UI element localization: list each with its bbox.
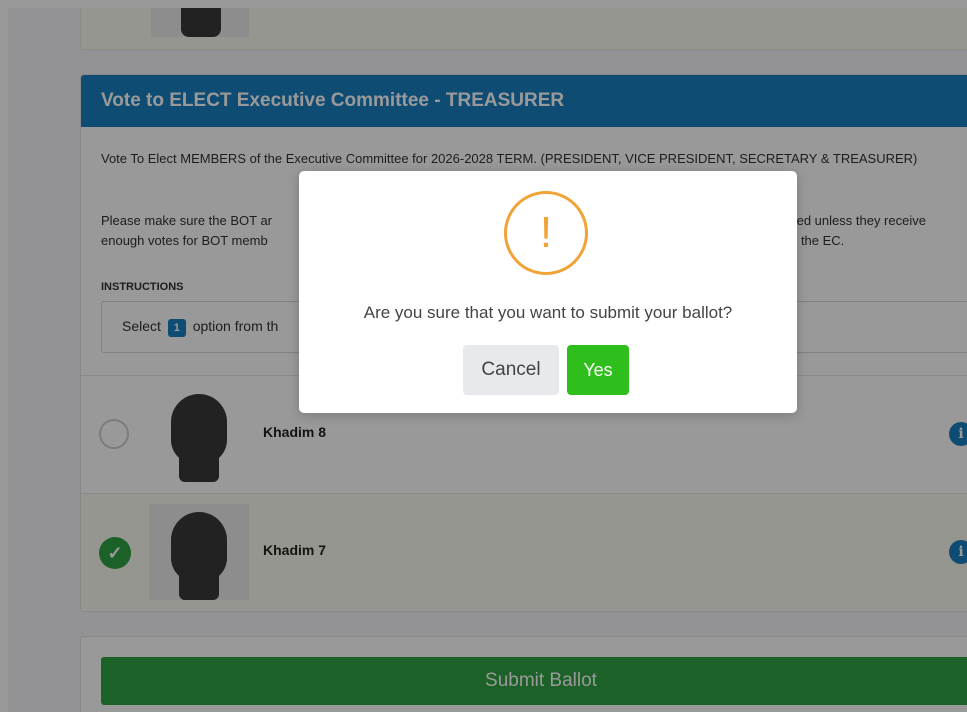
yes-button[interactable]: Yes: [567, 345, 629, 395]
dialog-message: Are you sure that you want to submit you…: [363, 303, 733, 322]
warning-icon: !: [504, 191, 588, 275]
confirm-dialog: ! Are you sure that you want to submit y…: [299, 171, 797, 413]
cancel-button[interactable]: Cancel: [463, 345, 559, 395]
